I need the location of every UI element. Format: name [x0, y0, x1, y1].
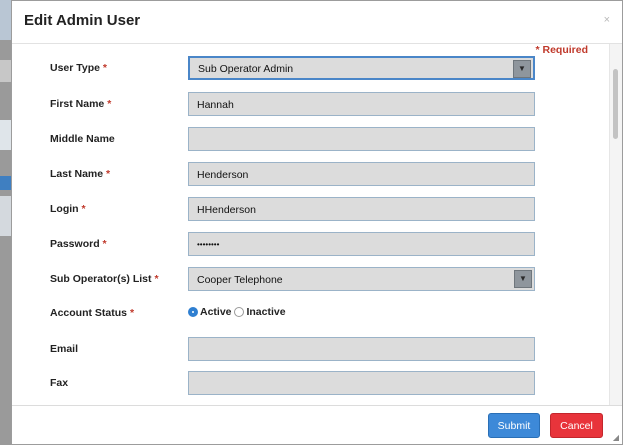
account-status-radio-group: Active Inactive: [188, 306, 286, 318]
chevron-down-icon[interactable]: ▼: [514, 270, 532, 288]
cancel-button[interactable]: Cancel: [550, 413, 603, 438]
user-type-label: User Type *: [50, 62, 108, 74]
close-icon[interactable]: ×: [604, 14, 610, 26]
active-radio[interactable]: [188, 307, 198, 317]
active-radio-label[interactable]: Active: [200, 306, 232, 318]
login-label: Login *: [50, 203, 86, 215]
form-row-login: Login * HHenderson: [12, 196, 622, 222]
form-row-password: Password * ••••••••: [12, 231, 622, 257]
email-label: Email: [50, 343, 79, 355]
inactive-radio-label[interactable]: Inactive: [246, 306, 285, 318]
login-field[interactable]: HHenderson: [188, 197, 535, 221]
form-row-sub-operators: Sub Operator(s) List * Cooper Telephone …: [12, 266, 622, 292]
form-row-user-type: User Type * Sub Operator Admin ▼: [12, 55, 622, 81]
resize-handle-icon[interactable]: ◢: [613, 433, 619, 442]
fax-label: Fax: [50, 377, 69, 389]
user-type-select[interactable]: Sub Operator Admin ▼: [188, 56, 535, 80]
fax-field[interactable]: [188, 371, 535, 395]
last-name-field[interactable]: Henderson: [188, 162, 535, 186]
middle-name-label: Middle Name: [50, 133, 115, 145]
form-row-first-name: First Name * Hannah: [12, 91, 622, 117]
dialog-title: Edit Admin User: [24, 12, 141, 29]
scrollbar-thumb[interactable]: [613, 69, 618, 139]
dialog-footer: Submit Cancel ◢: [12, 405, 622, 444]
middle-name-field[interactable]: [188, 127, 535, 151]
password-label: Password *: [50, 238, 107, 250]
form-row-last-name: Last Name * Henderson: [12, 161, 622, 187]
first-name-field[interactable]: Hannah: [188, 92, 535, 116]
sub-operators-value: Cooper Telephone: [197, 274, 283, 286]
last-name-label: Last Name *: [50, 168, 111, 180]
first-name-label: First Name *: [50, 98, 112, 110]
email-field[interactable]: [188, 337, 535, 361]
form-row-middle-name: Middle Name: [12, 126, 622, 152]
chevron-down-icon[interactable]: ▼: [513, 60, 531, 78]
submit-button[interactable]: Submit: [488, 413, 540, 438]
edit-admin-user-dialog: Edit Admin User × * Required User Type *…: [11, 0, 623, 445]
dialog-body: * Required User Type * Sub Operator Admi…: [12, 44, 622, 407]
sub-operators-label: Sub Operator(s) List *: [50, 273, 159, 285]
form-row-account-status: Account Status * Active Inactive: [12, 300, 622, 326]
form-row-fax: Fax: [12, 370, 622, 396]
account-status-label: Account Status *: [50, 307, 135, 319]
vertical-scrollbar[interactable]: [609, 44, 622, 407]
form-row-email: Email: [12, 336, 622, 362]
dialog-header: Edit Admin User ×: [12, 1, 622, 44]
sub-operators-select[interactable]: Cooper Telephone ▼: [188, 267, 535, 291]
password-field[interactable]: ••••••••: [188, 232, 535, 256]
inactive-radio[interactable]: [234, 307, 245, 317]
user-type-value: Sub Operator Admin: [198, 63, 294, 75]
